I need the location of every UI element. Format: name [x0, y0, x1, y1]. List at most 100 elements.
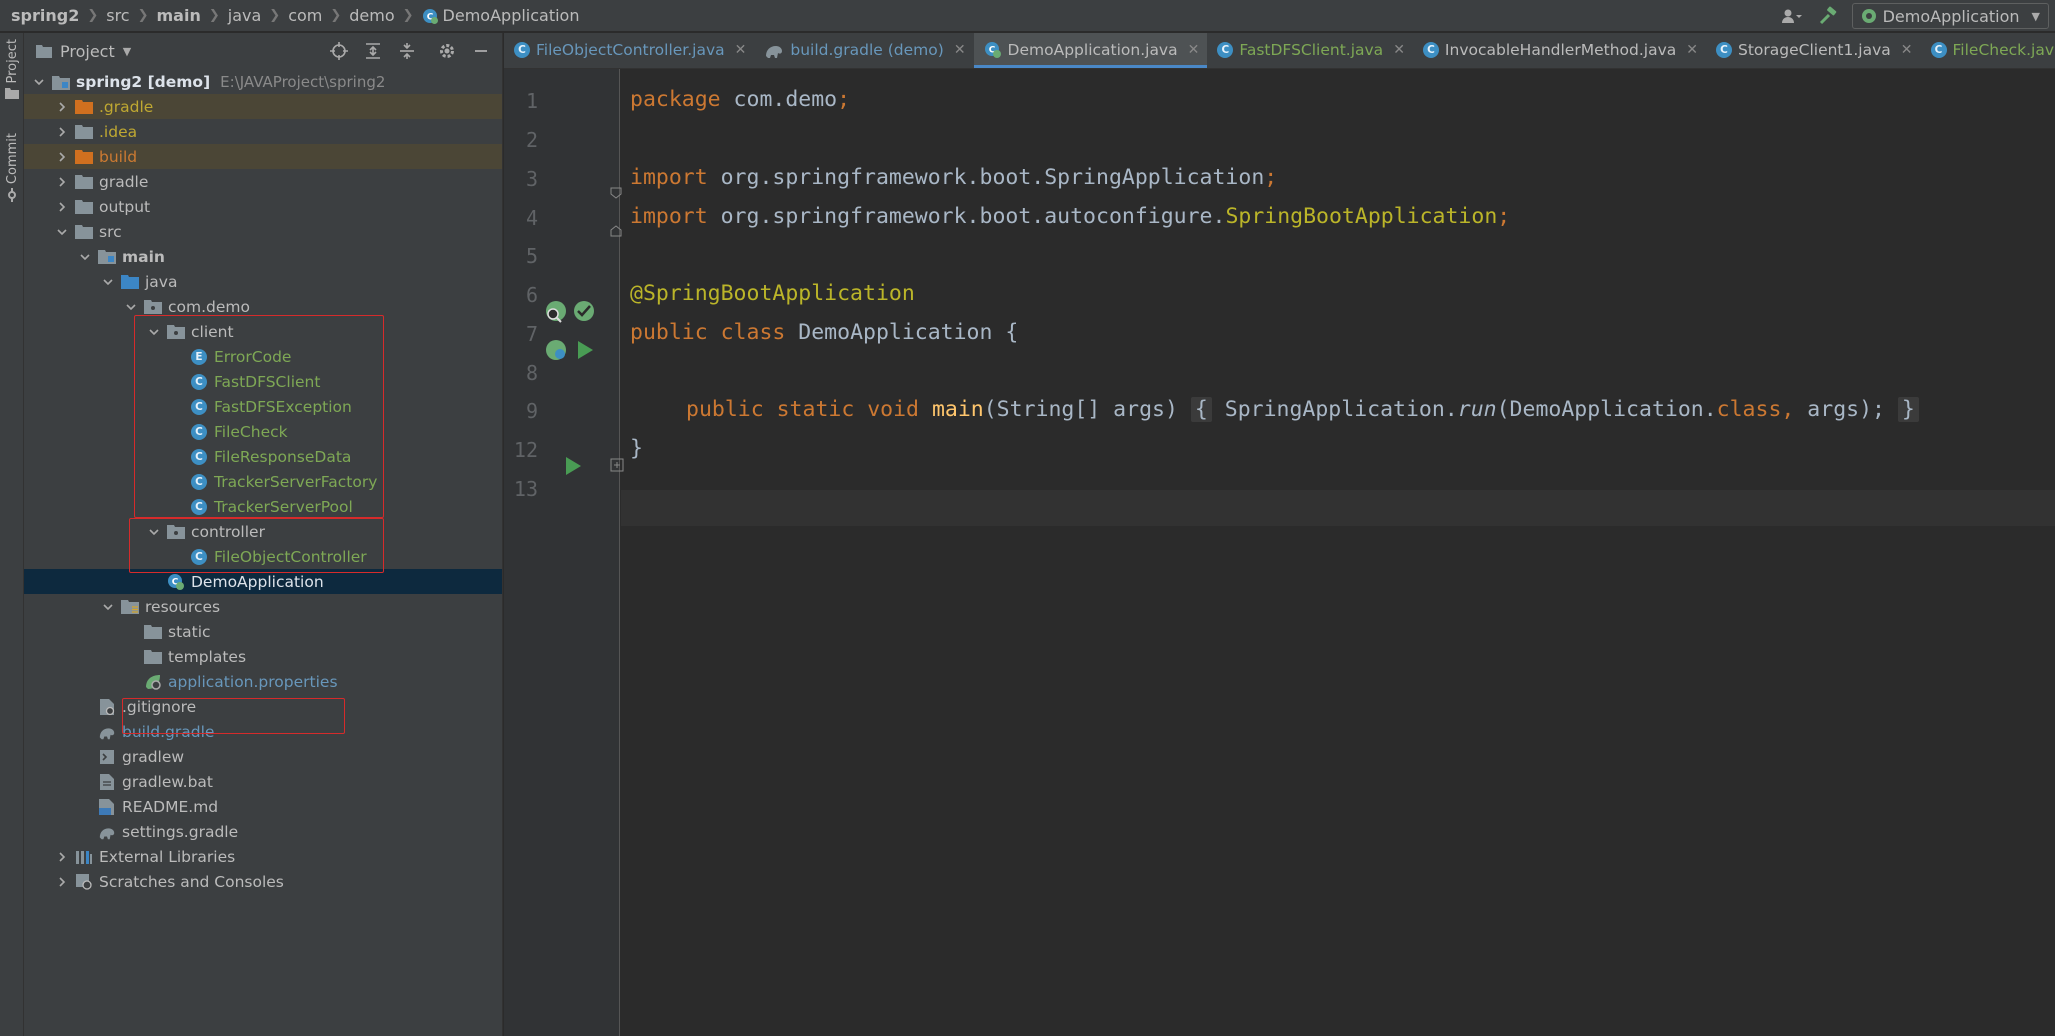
tree-item-readme[interactable]: README.md — [24, 794, 502, 819]
chevron-down-icon[interactable] — [101, 275, 115, 289]
close-icon[interactable]: ✕ — [1393, 42, 1405, 58]
expand-all-icon[interactable] — [358, 36, 388, 66]
chevron-down-icon[interactable] — [147, 325, 161, 339]
chevron-right-icon[interactable] — [55, 175, 69, 189]
folder-icon — [5, 88, 19, 100]
tab-file-object-controller[interactable]: C FileObjectController.java ✕ — [504, 33, 754, 68]
chevron-down-icon[interactable]: ▼ — [123, 45, 131, 58]
gear-icon[interactable] — [432, 36, 462, 66]
tree-item-application-properties[interactable]: application.properties — [24, 669, 502, 694]
chevron-right-icon[interactable] — [55, 150, 69, 164]
chevron-right-icon[interactable] — [55, 875, 69, 889]
tree-item-build-gradle[interactable]: build.gradle — [24, 719, 502, 744]
tree-item-demo-application[interactable]: C DemoApplication — [24, 569, 502, 594]
user-icon[interactable] — [1774, 2, 1810, 30]
tab-fastdfs-client[interactable]: C FastDFSClient.java ✕ — [1207, 33, 1413, 68]
breadcrumb-item-demo[interactable]: demo — [349, 6, 394, 25]
tree-item-output[interactable]: output — [24, 194, 502, 219]
tab-build-gradle[interactable]: build.gradle (demo) ✕ — [754, 33, 973, 68]
code-token: public class — [630, 320, 786, 345]
breadcrumb-item-src[interactable]: src — [106, 6, 129, 25]
tree-item-gradlew[interactable]: gradlew — [24, 744, 502, 769]
line-number: 8 — [525, 361, 538, 385]
tree-item-label: .gradle — [99, 97, 154, 116]
run-configuration-select[interactable]: DemoApplication ▼ — [1851, 3, 2049, 29]
locate-file-icon[interactable] — [324, 36, 354, 66]
close-icon[interactable]: ✕ — [735, 42, 747, 58]
tree-item-resources[interactable]: resources — [24, 594, 502, 619]
tree-item-main[interactable]: main — [24, 244, 502, 269]
breadcrumb-item-demoapplication[interactable]: DemoApplication — [443, 6, 580, 25]
build-hammer-icon[interactable] — [1810, 2, 1846, 30]
chevron-down-icon[interactable] — [32, 75, 46, 89]
spring-bean-check-icon[interactable] — [572, 299, 596, 323]
code-token: main — [931, 397, 984, 422]
tree-item-client[interactable]: client — [24, 319, 502, 344]
tab-storage-client1[interactable]: C StorageClient1.java ✕ — [1706, 33, 1921, 68]
tree-item-root[interactable]: spring2 [demo] E:\JAVAProject\spring2 — [24, 69, 502, 94]
breadcrumb-item-main[interactable]: main — [157, 6, 201, 25]
code-editor[interactable]: 1 2 3 4 5 6 7 8 9 12 13 package com.demo… — [504, 69, 2055, 1036]
tree-item-gradle-dir[interactable]: .gradle — [24, 94, 502, 119]
tree-item-file-object-controller[interactable]: C FileObjectController — [24, 544, 502, 569]
spring-bean-search-icon[interactable] — [544, 299, 568, 323]
tree-item-file-check[interactable]: C FileCheck — [24, 419, 502, 444]
run-icon[interactable] — [564, 456, 582, 476]
tree-item-fastdfs-exception[interactable]: C FastDFSException — [24, 394, 502, 419]
tab-label: FileCheck.java — [1952, 41, 2055, 59]
folder-icon — [36, 45, 52, 58]
tree-item-scratches[interactable]: Scratches and Consoles — [24, 869, 502, 894]
collapse-all-icon[interactable] — [392, 36, 422, 66]
chevron-down-icon[interactable] — [124, 300, 138, 314]
commit-tool-tab[interactable]: Commit — [0, 133, 24, 203]
class-icon: C — [190, 498, 208, 516]
tree-item-error-code[interactable]: E ErrorCode — [24, 344, 502, 369]
expand-fold-icon[interactable] — [610, 458, 624, 472]
close-icon[interactable]: ✕ — [1188, 42, 1200, 58]
breadcrumb-item-java[interactable]: java — [228, 6, 262, 25]
chevron-down-icon[interactable] — [101, 600, 115, 614]
tree-item-file-response-data[interactable]: C FileResponseData — [24, 444, 502, 469]
chevron-right-icon[interactable] — [55, 850, 69, 864]
tree-item-idea-dir[interactable]: .idea — [24, 119, 502, 144]
project-panel-title[interactable]: Project — [60, 42, 115, 61]
tree-item-templates[interactable]: templates — [24, 644, 502, 669]
tree-item-static[interactable]: static — [24, 619, 502, 644]
tree-item-gradle-folder[interactable]: gradle — [24, 169, 502, 194]
tree-item-fastdfs-client[interactable]: C FastDFSClient — [24, 369, 502, 394]
tree-item-gitignore[interactable]: .gitignore — [24, 694, 502, 719]
tab-file-check[interactable]: C FileCheck.java ✕ — [1921, 33, 2055, 68]
chevron-down-icon[interactable] — [55, 225, 69, 239]
close-icon[interactable]: ✕ — [954, 42, 966, 58]
tree-item-tracker-server-pool[interactable]: C TrackerServerPool — [24, 494, 502, 519]
project-tool-tab[interactable]: Project — [0, 39, 24, 100]
tree-item-gradlew-bat[interactable]: gradlew.bat — [24, 769, 502, 794]
chevron-right-icon[interactable] — [55, 200, 69, 214]
tree-item-external-libraries[interactable]: External Libraries — [24, 844, 502, 869]
class-icon: C — [1422, 42, 1439, 58]
tab-invocable-handler-method[interactable]: C InvocableHandlerMethod.java ✕ — [1413, 33, 1706, 68]
tree-item-java[interactable]: java — [24, 269, 502, 294]
chevron-down-icon[interactable] — [78, 250, 92, 264]
chevron-down-icon[interactable] — [147, 525, 161, 539]
breadcrumb-item-com[interactable]: com — [288, 6, 322, 25]
fold-icon[interactable] — [610, 187, 622, 199]
chevron-right-icon[interactable] — [55, 100, 69, 114]
chevron-right-icon[interactable] — [55, 125, 69, 139]
tree-item-build-dir[interactable]: build — [24, 144, 502, 169]
folder-excluded-icon — [75, 148, 93, 166]
spring-bean-icon[interactable] — [544, 338, 568, 362]
tree-item-src[interactable]: src — [24, 219, 502, 244]
tab-demo-application[interactable]: C DemoApplication.java ✕ — [973, 33, 1208, 68]
close-icon[interactable]: ✕ — [1901, 42, 1913, 58]
close-icon[interactable]: ✕ — [1686, 42, 1698, 58]
tree-item-tracker-server-factory[interactable]: C TrackerServerFactory — [24, 469, 502, 494]
class-icon: C — [190, 373, 208, 391]
run-icon[interactable] — [576, 340, 594, 360]
tree-item-controller[interactable]: controller — [24, 519, 502, 544]
breadcrumb-item-project[interactable]: spring2 — [11, 6, 79, 25]
tree-item-com-demo[interactable]: com.demo — [24, 294, 502, 319]
fold-icon[interactable] — [610, 225, 622, 237]
hide-panel-icon[interactable] — [466, 36, 496, 66]
tree-item-settings-gradle[interactable]: settings.gradle — [24, 819, 502, 844]
